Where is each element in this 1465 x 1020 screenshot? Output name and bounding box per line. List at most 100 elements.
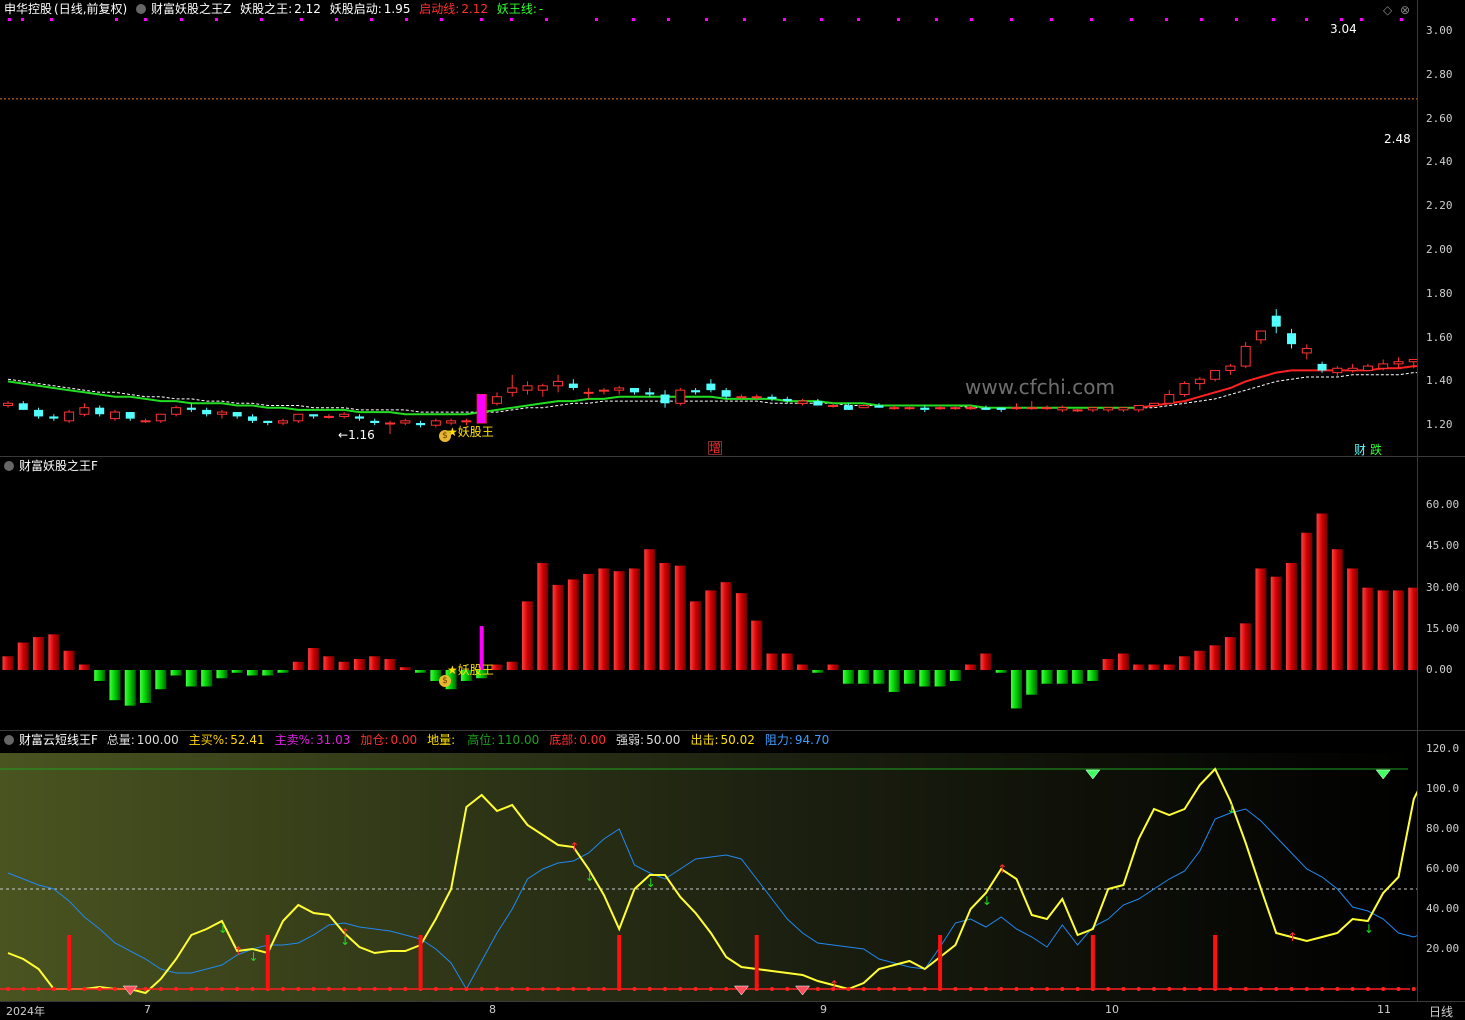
period-button[interactable]: 日线 — [1429, 1003, 1453, 1020]
window-close-icon[interactable]: ⊗ — [1400, 3, 1410, 17]
candle-body — [186, 407, 196, 410]
signal-dot — [667, 18, 670, 21]
bar — [980, 653, 992, 670]
candle-body — [782, 398, 792, 402]
bar — [1026, 670, 1038, 695]
candle-body — [1255, 330, 1266, 341]
bottom-dot — [403, 987, 408, 991]
chart-mode: (日线,前复权) — [54, 2, 128, 16]
bottom-dot — [785, 987, 790, 991]
candle-body — [430, 420, 441, 426]
pane2-chart[interactable]: 财富妖股之王F ★妖股王 $ — [0, 457, 1417, 730]
bar — [78, 664, 90, 670]
bar — [1316, 513, 1328, 670]
candle-body — [598, 389, 609, 392]
bar — [109, 670, 121, 701]
signal-dot — [783, 18, 786, 21]
axis-tick-label: 15.00 — [1426, 621, 1460, 635]
candle-body — [18, 403, 28, 410]
pane3-header: 财富云短线王F 总量: 100.00 主买%: 52.41 主卖%: 31.03 加仓: 0.… — [4, 733, 839, 747]
bottom-dot — [1396, 987, 1401, 991]
zeng-marker: 增 — [708, 441, 723, 455]
signal-dot — [1340, 18, 1343, 21]
down-arrow-icon: ↓ — [585, 870, 595, 884]
bottom-dot — [1289, 987, 1294, 991]
main-candlestick-chart[interactable] — [0, 0, 1417, 456]
candle-body — [339, 413, 350, 417]
bottom-dot — [311, 987, 316, 991]
axis-tick-label: 100.0 — [1426, 782, 1460, 795]
up-arrow-icon: ↑ — [997, 862, 1007, 876]
bottom-dot — [143, 987, 148, 991]
candle-body — [751, 396, 762, 399]
candle-body — [1362, 365, 1373, 371]
indicator-toggle-icon[interactable] — [136, 4, 147, 14]
value-yaowang-line: - — [538, 2, 544, 16]
x-axis-month-9: 9 — [820, 1003, 827, 1016]
candle-body — [889, 407, 900, 410]
bar — [812, 670, 824, 673]
bar — [720, 582, 732, 670]
candle-body — [1179, 383, 1190, 396]
candle-body — [828, 404, 839, 407]
bar — [262, 670, 274, 676]
candle-body — [1011, 407, 1022, 410]
bottom-dot — [342, 987, 347, 991]
bottom-dot — [983, 987, 988, 991]
bar — [522, 601, 534, 670]
bottom-dot — [219, 987, 224, 991]
candle-body — [981, 407, 991, 410]
bar — [48, 634, 60, 670]
candle-body — [461, 420, 472, 423]
candle-body — [797, 400, 808, 404]
bar — [1010, 670, 1022, 709]
pane3-chart[interactable]: ↑↑↑↑↑↑↓↓↓↓↓↓↓↓↓ 财富云短线王F 总量:100.00主买%:52.… — [0, 731, 1417, 1001]
bar — [1179, 656, 1191, 670]
bar — [995, 670, 1007, 673]
bottom-dot — [1320, 987, 1325, 991]
indicator-toggle-icon[interactable] — [4, 461, 14, 471]
bottom-dot — [464, 987, 469, 991]
bar — [185, 670, 197, 687]
signal-dot — [1272, 18, 1275, 21]
header-metric: 总量: 100.00 — [107, 733, 184, 747]
candle-body — [171, 407, 182, 415]
pane3-title: 财富云短线王F — [19, 733, 98, 747]
axis-tick-label: 1.20 — [1426, 418, 1453, 432]
yun-duanxian-line-chart[interactable]: ↑↑↑↑↑↑↓↓↓↓↓↓↓↓↓ — [0, 731, 1417, 1001]
down-arrow-icon: ↓ — [1364, 922, 1374, 936]
bottom-dot — [1350, 987, 1355, 991]
bottom-dot — [525, 987, 530, 991]
bar — [1133, 664, 1145, 670]
bar — [781, 653, 793, 670]
axis-tick-label: 40.00 — [1426, 902, 1460, 915]
bar — [1392, 590, 1404, 670]
bottom-dot — [1060, 987, 1065, 991]
watermark: www.cfchi.com — [965, 375, 1115, 399]
window-diamond-icon[interactable]: ◇ — [1383, 3, 1392, 17]
low-arrow-icon: ← — [338, 428, 349, 442]
indicator-toggle-icon[interactable] — [4, 735, 14, 745]
signal-dot — [405, 18, 408, 21]
bar — [705, 590, 717, 670]
metric-value: 50.02 — [720, 733, 755, 747]
candle-body — [675, 389, 686, 404]
bar — [1117, 653, 1129, 670]
yao-wang-bar-chart[interactable] — [0, 457, 1417, 730]
bottom-dot — [510, 987, 515, 991]
bottom-dot — [1243, 987, 1248, 991]
signal-dot — [1165, 18, 1168, 21]
metric-label: 加仓: — [360, 733, 389, 747]
signal-dot — [144, 18, 147, 21]
axis-tick-label: 120.0 — [1426, 742, 1460, 755]
bar — [1102, 659, 1114, 670]
label-yao-wang: 妖股之王: — [240, 2, 293, 16]
candle-body — [629, 387, 639, 393]
signal-dot — [1305, 18, 1308, 21]
metric-value: 110.00 — [497, 733, 540, 747]
bottom-signal-bar — [67, 935, 72, 989]
high-price-label: 3.04 — [1330, 22, 1357, 36]
bar — [201, 670, 213, 687]
main-chart-pane[interactable]: 申华控股 (日线,前复权) 财富妖股之王Z 妖股之王: 2.12 妖股启动: 1.95… — [0, 0, 1417, 457]
bottom-dot — [1197, 987, 1202, 991]
